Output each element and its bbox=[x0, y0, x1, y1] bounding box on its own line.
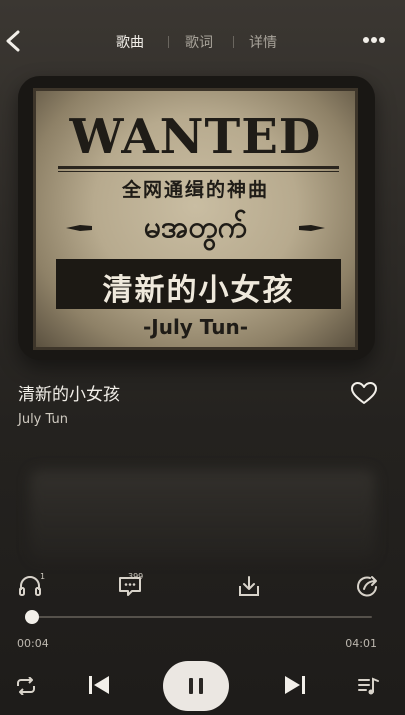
progress-knob[interactable] bbox=[24, 610, 39, 624]
tab-bar: 歌曲 歌词 详情 bbox=[0, 32, 405, 52]
pause-icon bbox=[189, 678, 203, 694]
action-row bbox=[0, 570, 405, 604]
next-icon[interactable] bbox=[283, 674, 307, 696]
progress-track[interactable] bbox=[26, 616, 372, 618]
tab-divider bbox=[233, 36, 234, 48]
loop-icon[interactable] bbox=[16, 677, 36, 695]
heart-icon[interactable] bbox=[350, 381, 378, 405]
cover-artist: -July Tun- bbox=[142, 315, 249, 339]
playlist-icon[interactable] bbox=[357, 676, 379, 696]
comment-count-badge: 399 bbox=[128, 572, 144, 581]
album-cover-art[interactable]: WANTED 全网通缉的神曲 မအတွက် 清新的小女孩 -July Tun- bbox=[33, 88, 358, 350]
artist-name[interactable]: July Tun bbox=[18, 412, 68, 427]
share-icon[interactable] bbox=[355, 574, 381, 598]
tab-lyrics[interactable]: 歌词 bbox=[185, 32, 213, 52]
current-time: 00:04 bbox=[17, 637, 49, 650]
top-bar: 歌曲 歌词 详情 bbox=[0, 0, 405, 80]
cover-banner-text: 清新的小女孩 bbox=[102, 273, 295, 308]
tab-song[interactable]: 歌曲 bbox=[116, 32, 144, 52]
total-time: 04:01 bbox=[345, 637, 377, 650]
previous-icon[interactable] bbox=[87, 674, 111, 696]
pause-button[interactable] bbox=[163, 661, 229, 711]
song-title: 清新的小女孩 bbox=[18, 385, 120, 405]
cover-burmese-row: မအတွက် bbox=[36, 207, 355, 247]
tab-divider bbox=[168, 36, 169, 48]
cover-rule bbox=[58, 171, 339, 172]
tab-details[interactable]: 详情 bbox=[249, 32, 277, 52]
cover-headline: WANTED bbox=[69, 109, 322, 165]
pointing-hand-icon bbox=[299, 225, 325, 231]
download-icon[interactable] bbox=[236, 574, 262, 598]
cover-subtitle: 全网通缉的神曲 bbox=[121, 179, 269, 201]
cover-rule bbox=[58, 166, 339, 169]
more-icon[interactable] bbox=[363, 36, 385, 44]
cover-banner: 清新的小女孩 bbox=[56, 259, 341, 309]
listen-together-badge: 1 bbox=[40, 572, 46, 581]
playback-controls bbox=[0, 660, 405, 715]
lyrics-preview[interactable] bbox=[30, 470, 375, 560]
